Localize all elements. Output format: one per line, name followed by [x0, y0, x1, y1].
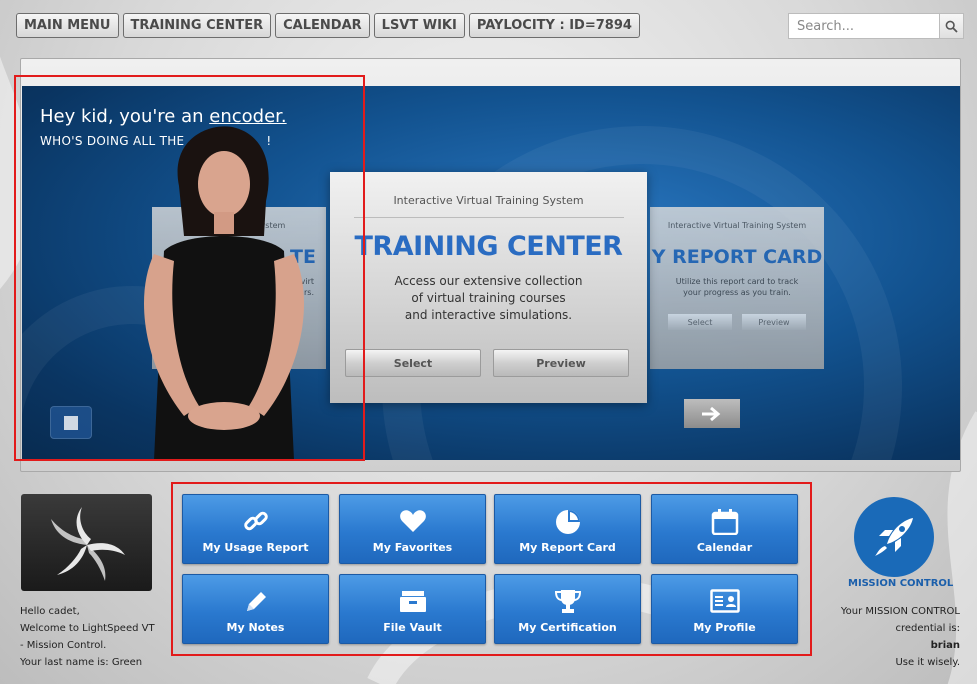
card-subtitle: Interactive Virtual Training System: [393, 194, 584, 207]
welcome-line: Welcome to LightSpeed VT: [20, 623, 155, 634]
select-button[interactable]: Select: [345, 349, 481, 377]
search-button[interactable]: [939, 13, 964, 39]
tiles-highlight-box: [171, 482, 812, 656]
search-icon: [945, 20, 958, 33]
nav-calendar[interactable]: CALENDAR: [275, 13, 370, 38]
right-card-select-button[interactable]: Select: [668, 314, 732, 330]
mission-control-logo: MISSION CONTROL: [848, 497, 954, 591]
search-box: [788, 13, 964, 39]
card-desc-line: of virtual training courses: [411, 291, 566, 305]
card-desc-line: your progress as you train.: [683, 288, 791, 297]
right-card-preview-button[interactable]: Preview: [742, 314, 806, 330]
lightspeed-logo: [21, 494, 152, 591]
video-highlight-box: [14, 75, 365, 461]
welcome-line: - Mission Control.: [20, 640, 107, 651]
card-desc-line: Access our extensive collection: [394, 274, 583, 288]
card-desc-line: Utilize this report card to track: [675, 277, 799, 286]
card-desc-line: and interactive simulations.: [404, 308, 573, 322]
search-input[interactable]: [788, 13, 939, 39]
rocket-icon: [875, 518, 913, 556]
welcome-text: Hello cadet, Welcome to LightSpeed VT - …: [20, 603, 160, 671]
welcome-line: Your last name is: Green: [20, 657, 143, 668]
mission-control-label: MISSION CONTROL: [848, 578, 954, 589]
nav-paylocity[interactable]: PAYLOCITY : ID=7894: [468, 13, 640, 38]
card-divider: [353, 217, 624, 218]
credential-line: Use it wisely.: [895, 657, 960, 668]
tri-swirl-logo-icon: [50, 506, 125, 581]
credential-line: credential is:: [895, 623, 960, 634]
nav-lsvt-wiki[interactable]: LSVT WIKI: [373, 13, 465, 38]
nav-main-menu[interactable]: MAIN MENU: [16, 13, 119, 38]
carousel-card-center: Interactive Virtual Training System TRAI…: [330, 172, 647, 403]
welcome-line: Hello cadet,: [20, 606, 80, 617]
top-nav: MAIN MENU TRAINING CENTER CALENDAR LSVT …: [16, 13, 640, 38]
card-title: TRAINING CENTER: [354, 231, 623, 262]
credential-value: brian: [930, 640, 960, 651]
credential-info: Your MISSION CONTROL credential is: bria…: [810, 603, 960, 671]
card-title: Y REPORT CARD: [651, 246, 823, 268]
preview-button[interactable]: Preview: [493, 349, 629, 377]
arrow-right-icon: [702, 406, 721, 421]
nav-training-center[interactable]: TRAINING CENTER: [122, 13, 272, 38]
credential-line: Your MISSION CONTROL: [840, 606, 960, 617]
carousel-card-right[interactable]: Interactive Virtual Training System Y RE…: [650, 207, 824, 369]
card-subtitle: Interactive Virtual Training System: [667, 221, 807, 230]
next-arrow-button[interactable]: [684, 399, 740, 428]
mission-control-badge: [854, 497, 934, 577]
